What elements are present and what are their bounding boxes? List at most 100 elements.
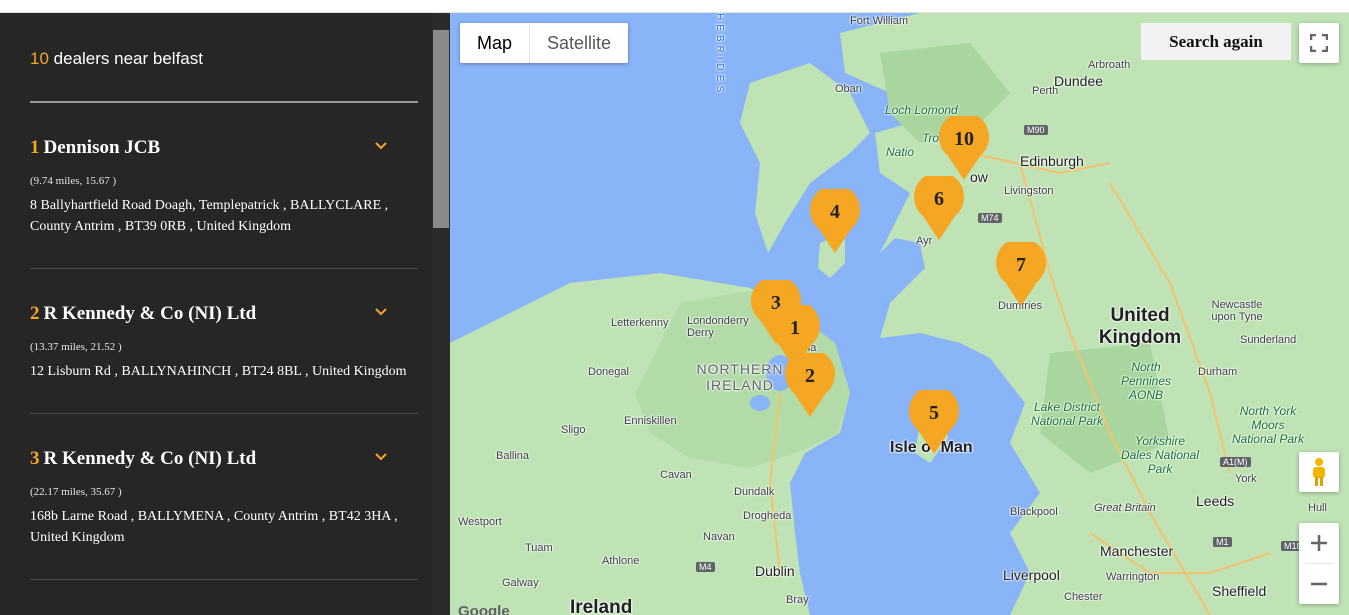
map-label: Leeds — [1196, 493, 1235, 509]
map-pin[interactable]: 2 — [785, 348, 835, 419]
dealer-title[interactable]: 1 Dennison JCB — [30, 137, 160, 159]
minus-icon — [1311, 582, 1327, 586]
dealer-name: R Kennedy & Co (NI) Ltd — [43, 448, 257, 469]
map-label: Athlone — [602, 555, 640, 567]
map-label-country: Ireland — [570, 597, 633, 615]
road-shield: M74 — [978, 213, 1002, 223]
map-label: Hull — [1308, 502, 1327, 514]
map-label: Dublin — [755, 563, 795, 579]
dealer-address: 168b Larne Road , BALLYMENA , County Ant… — [30, 509, 398, 545]
map-label: Livingston — [1004, 185, 1054, 197]
chevron-down-icon[interactable] — [374, 452, 388, 462]
fullscreen-icon — [1310, 34, 1328, 52]
fullscreen-button[interactable] — [1299, 23, 1339, 63]
map-label: Blackpool — [1010, 506, 1058, 518]
dealer-distance: (9.74 miles, 15.67 ) — [30, 175, 117, 187]
map-label: North Pennines AONB — [1120, 360, 1172, 402]
search-again-button[interactable]: Search again — [1141, 23, 1291, 60]
dealer-index: 3 — [30, 448, 40, 469]
dealer-index: 1 — [30, 137, 40, 158]
dealer-distance: (13.37 miles, 21.52 ) — [30, 341, 122, 353]
map-label: Ballina — [496, 450, 530, 462]
map-label: Manchester — [1100, 543, 1174, 559]
map-label: Arbroath — [1088, 59, 1131, 71]
dealer-title[interactable]: 2R Kennedy & Co (NI) Ltd — [30, 303, 256, 325]
dealer-name: Dennison JCB — [43, 137, 161, 158]
chevron-down-icon[interactable] — [374, 307, 388, 317]
map-label: Yorkshire Dales National Park — [1120, 434, 1200, 476]
dealer-address: 8 Ballyhartfield Road Doagh, Templepatri… — [30, 198, 389, 234]
map-label: Sheffield — [1212, 583, 1267, 599]
map-label: Dundalk — [734, 486, 775, 498]
map-label: Enniskillen — [624, 415, 677, 427]
map-label: Durham — [1198, 366, 1238, 378]
map-label: Tro — [922, 131, 940, 145]
map-pin[interactable]: 10 — [939, 111, 989, 182]
dealer-index: 2 — [30, 303, 40, 324]
street-view-pegman-button[interactable] — [1299, 452, 1339, 492]
map-label: Oban — [835, 83, 862, 95]
dealer-divider — [30, 268, 418, 269]
map-canvas[interactable]: Fort William Oban Loch Lomond Tro Natio … — [450, 13, 1349, 615]
plus-icon — [1311, 535, 1327, 551]
map-label: Galway — [502, 577, 539, 589]
map-pin[interactable]: 4 — [810, 184, 860, 255]
results-count-text: dealers near belfast — [53, 49, 203, 68]
map-label: Natio — [886, 145, 915, 159]
map-label: Bray — [786, 594, 809, 606]
map-label: Liverpool — [1003, 567, 1060, 583]
map-label: Dundee — [1054, 73, 1104, 89]
results-count: 10 dealers near belfast — [30, 49, 203, 69]
map-label: Navan — [703, 531, 735, 543]
map-label: Sunderland — [1240, 334, 1297, 346]
map-label: Perth — [1032, 85, 1059, 97]
map-label: Warrington — [1106, 571, 1160, 583]
map-pin-label: 4 — [830, 201, 840, 223]
road-shield: M90 — [1024, 125, 1048, 135]
google-logo[interactable]: Google — [458, 603, 510, 615]
header-divider — [30, 101, 418, 103]
dealer-divider — [30, 413, 418, 414]
zoom-in-button[interactable] — [1299, 523, 1339, 563]
map-label: Cavan — [660, 469, 692, 481]
panel-scrollbar-thumb[interactable] — [433, 30, 449, 228]
map-label: Letterkenny — [611, 317, 669, 329]
dealer-name: R Kennedy & Co (NI) Ltd — [43, 303, 257, 324]
browser-top-strip — [0, 0, 1349, 13]
map-pin-label: 5 — [929, 402, 939, 424]
zoom-out-button[interactable] — [1299, 564, 1339, 604]
map-label: Lake District National Park — [1030, 400, 1104, 428]
chevron-down-icon[interactable] — [374, 141, 388, 151]
dealer-divider — [30, 579, 418, 580]
map-label-country: United Kingdom — [1098, 305, 1182, 348]
dealer-title[interactable]: 3R Kennedy & Co (NI) Ltd — [30, 448, 256, 470]
map-type-satellite-button[interactable]: Satellite — [530, 23, 628, 63]
map-label: Westport — [458, 516, 502, 528]
map-label: Derry — [687, 327, 714, 339]
map-pin-label: 6 — [934, 188, 944, 210]
map-pin-label: 7 — [1016, 254, 1026, 276]
map-label: Loch Lomond — [885, 103, 958, 117]
dealer-address: 12 Lisburn Rd , BALLYNAHINCH , BT24 8BL … — [30, 364, 407, 379]
map-label: Drogheda — [743, 510, 792, 522]
results-count-number: 10 — [30, 49, 49, 68]
map-label: Tuam — [525, 542, 553, 554]
map-label: Great Britain — [1094, 502, 1156, 514]
zoom-control — [1299, 523, 1339, 604]
dealer-results-panel: 10 dealers near belfast 1 Dennison JCB (9… — [0, 13, 450, 615]
map-pin[interactable]: 5 — [909, 385, 959, 456]
road-shield: M4 — [696, 562, 715, 572]
map-pin-label: 1 — [790, 317, 800, 339]
map-label: North York Moors National Park — [1231, 404, 1305, 446]
pegman-icon — [1313, 458, 1325, 486]
map-label: Chester — [1064, 591, 1103, 603]
map-pin-label: 2 — [805, 365, 815, 387]
map-pin[interactable]: 7 — [996, 237, 1046, 308]
map-label: Fort William — [850, 15, 909, 27]
dealer-distance: (22.17 miles, 35.67 ) — [30, 486, 122, 498]
map-type-map-button[interactable]: Map — [460, 23, 531, 63]
map-label: Edinburgh — [1020, 153, 1084, 169]
map-pin[interactable]: 6 — [914, 171, 964, 242]
map-label: Sligo — [561, 424, 586, 436]
map-label: HEBRIDES — [714, 13, 725, 97]
